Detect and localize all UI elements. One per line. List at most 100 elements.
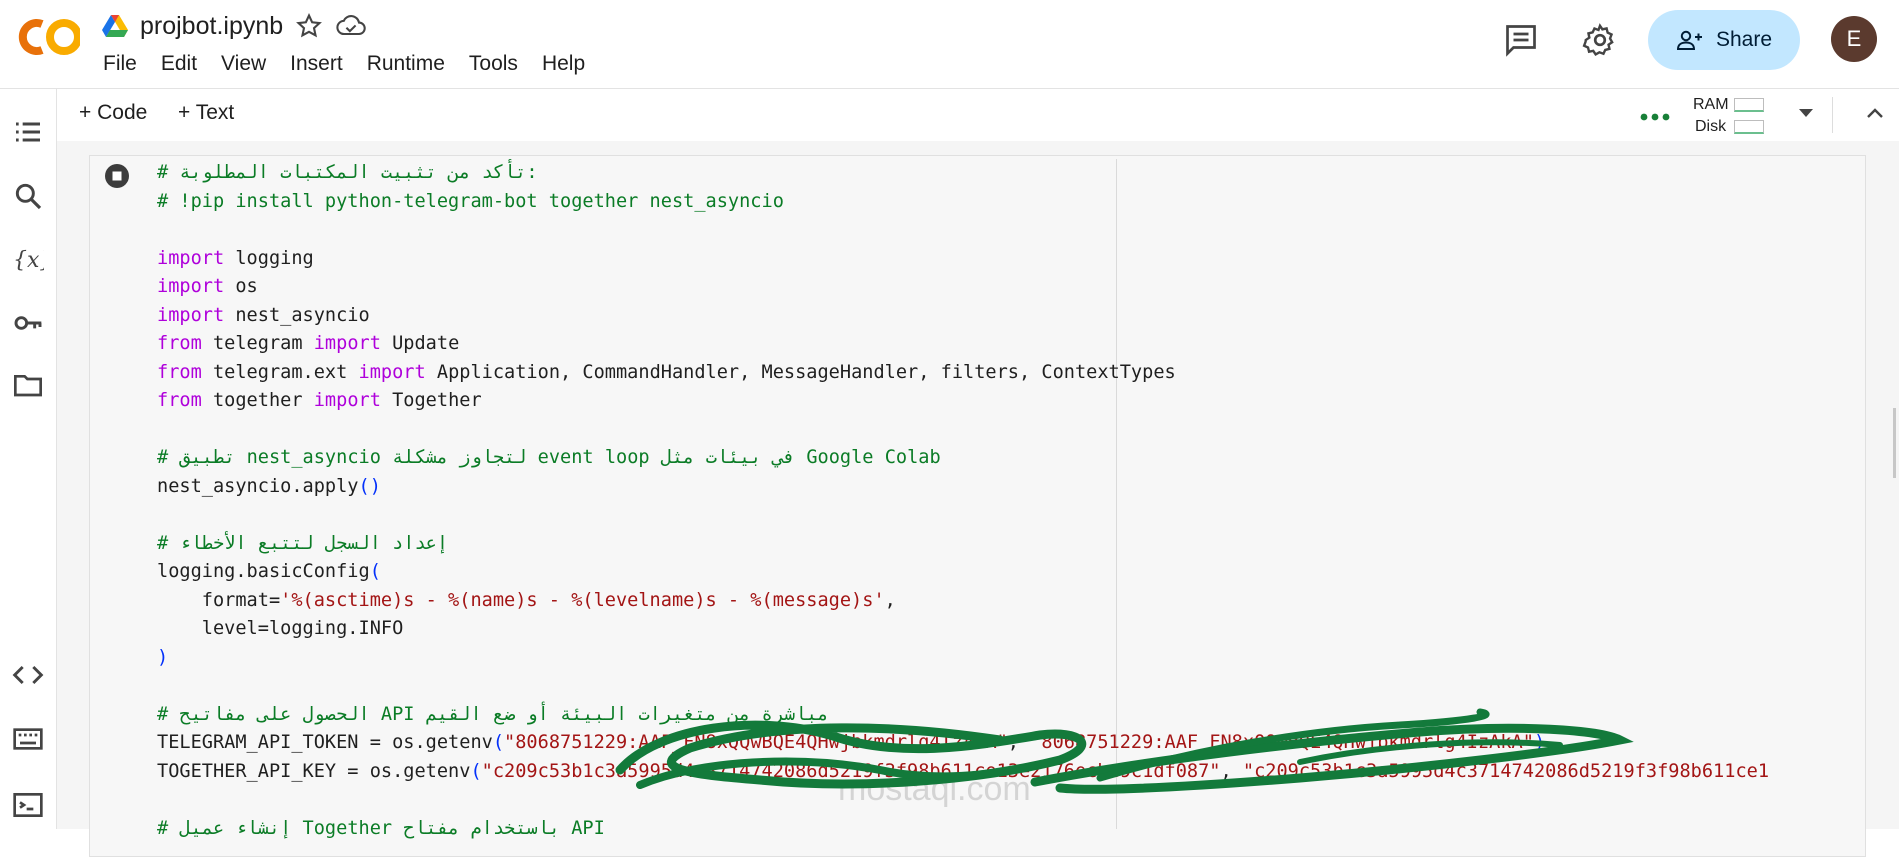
code-line-18: ) <box>157 644 1877 673</box>
files-folder-icon[interactable] <box>12 369 44 401</box>
comment: # تطبيق nest_asyncio لتجاوز مشكلة event … <box>157 447 941 468</box>
watermark-text: mostaql.com <box>838 770 1031 808</box>
code-text: os <box>224 276 258 297</box>
code-text: together <box>201 390 314 411</box>
comment: # إنشاء عميل Together باستخدام مفتاح API <box>157 817 605 839</box>
code-line-9: from together import Together <box>157 387 1877 416</box>
svg-text:{x}: {x} <box>13 248 44 273</box>
table-of-contents-icon[interactable] <box>12 116 44 148</box>
comment: # تأكد من تثبيت المكتبات المطلوبة: <box>157 162 538 183</box>
code-line-20: # الحصول على مفاتيح API مباشرة من متغيرا… <box>157 701 1877 730</box>
menu-bar: File Edit View Insert Runtime Tools Help <box>103 52 597 76</box>
notebook-title[interactable]: projbot.ipynb <box>140 12 283 41</box>
ram-usage-bar[interactable] <box>1734 98 1764 112</box>
disk-usage-bar[interactable] <box>1734 120 1764 134</box>
keyword: import <box>358 361 426 383</box>
string: '%(asctime)s - %(name)s - %(levelname)s … <box>280 589 885 611</box>
account-avatar[interactable]: E <box>1831 16 1877 62</box>
code-text: Update <box>380 333 460 354</box>
code-line-2: # !pip install python-telegram-bot toget… <box>157 188 1877 217</box>
code-text: Application, CommandHandler, MessageHand… <box>425 361 1176 383</box>
code-line-15: logging.basicConfig( <box>157 558 1877 587</box>
menu-tools[interactable]: Tools <box>457 52 530 76</box>
code-line-16: format='%(asctime)s - %(name)s - %(level… <box>157 587 1877 616</box>
collapse-chevron-up-icon[interactable] <box>1865 104 1885 124</box>
bracket: () <box>358 475 381 497</box>
terminal-icon[interactable] <box>12 789 44 821</box>
code-line-14: # إعداد السجل لتتبع الأخطاء <box>157 530 1877 559</box>
code-line-12: nest_asyncio.apply() <box>157 473 1877 502</box>
add-text-cell-button[interactable]: + Text <box>178 101 234 125</box>
search-icon[interactable] <box>12 180 44 212</box>
ram-label[interactable]: RAM <box>1693 96 1729 114</box>
google-drive-icon <box>102 15 128 37</box>
code-text: Together <box>380 390 482 411</box>
comments-icon[interactable] <box>1503 22 1539 58</box>
comment: # !pip install python-telegram-bot toget… <box>157 190 784 212</box>
menu-view[interactable]: View <box>209 52 278 76</box>
disk-label[interactable]: Disk <box>1695 118 1726 136</box>
keyword: import <box>157 304 225 326</box>
menu-edit[interactable]: Edit <box>149 52 209 76</box>
left-side-rail: {x} <box>0 89 57 829</box>
scrollbar-thumb[interactable] <box>1893 408 1896 478</box>
code-line-21: TELEGRAM_API_TOKEN = os.getenv("80687512… <box>157 729 1877 758</box>
star-icon[interactable] <box>295 12 323 40</box>
code-text: , <box>1220 760 1243 782</box>
code-text: , <box>1007 732 1031 753</box>
string: "8068751229:AAF_FN8xQQwBQE4QHwjbkmdrlg4I… <box>504 732 1008 753</box>
keyword: from <box>157 361 202 383</box>
keyword: import <box>157 247 225 269</box>
menu-insert[interactable]: Insert <box>278 52 355 76</box>
code-text: logging.basicConfig <box>157 561 370 582</box>
code-text: telegram <box>201 333 314 354</box>
code-text: logging <box>224 247 314 269</box>
more-options-icon[interactable] <box>1640 113 1670 121</box>
keyword: import <box>313 390 381 411</box>
top-header: projbot.ipynb File Edit View Insert Runt… <box>0 0 1899 89</box>
cloud-saved-icon[interactable] <box>335 12 367 40</box>
settings-gear-icon[interactable] <box>1582 22 1618 58</box>
comment: # الحصول على مفاتيح API مباشرة من متغيرا… <box>157 703 829 725</box>
code-snippets-icon[interactable] <box>12 659 44 691</box>
runtime-dropdown-icon[interactable] <box>1797 107 1815 119</box>
variables-icon[interactable]: {x} <box>12 244 44 276</box>
code-text: telegram.ext <box>201 361 359 383</box>
code-text: nest_asyncio <box>224 304 370 326</box>
keyword: from <box>157 390 202 411</box>
keyword: from <box>157 333 202 354</box>
stop-run-cell-icon[interactable] <box>104 163 130 189</box>
code-editor[interactable]: # تأكد من تثبيت المكتبات المطلوبة: # !pip… <box>157 159 1877 843</box>
code-line-5: import os <box>157 273 1877 302</box>
code-text: TOGETHER_API_KEY = os.getenv <box>157 760 471 782</box>
code-text: TELEGRAM_API_TOKEN = os.getenv <box>157 732 493 753</box>
share-label: Share <box>1715 28 1773 51</box>
add-code-cell-button[interactable]: + Code <box>79 101 147 125</box>
code-text: , <box>884 589 896 611</box>
comment: # إعداد السجل لتتبع الأخطاء <box>157 532 449 554</box>
string: "c209c53b1c3a5995d4c3714742086d5219f3f98… <box>1242 760 1770 782</box>
code-line-6: import nest_asyncio <box>157 302 1877 331</box>
notebook-toolbar: + Code + Text RAM Disk <box>57 89 1899 141</box>
title-row: projbot.ipynb <box>102 10 367 42</box>
menu-file[interactable]: File <box>103 52 149 76</box>
menu-runtime[interactable]: Runtime <box>355 52 457 76</box>
bracket: ( <box>492 732 505 753</box>
bracket: ( <box>470 760 482 782</box>
colab-logo[interactable] <box>14 14 80 60</box>
keyword: import <box>313 333 381 354</box>
secrets-key-icon[interactable] <box>12 307 44 339</box>
code-text: nest_asyncio.apply <box>157 475 359 497</box>
share-button[interactable]: Share <box>1648 10 1800 70</box>
code-text: level=logging.INFO <box>157 618 404 639</box>
command-palette-icon[interactable] <box>12 723 44 755</box>
code-line-1: # تأكد من تثبيت المكتبات المطلوبة: <box>157 159 1877 188</box>
menu-help[interactable]: Help <box>530 52 597 76</box>
keyword: import <box>157 276 225 297</box>
code-text: format= <box>157 589 281 611</box>
toolbar-divider <box>1832 97 1833 133</box>
